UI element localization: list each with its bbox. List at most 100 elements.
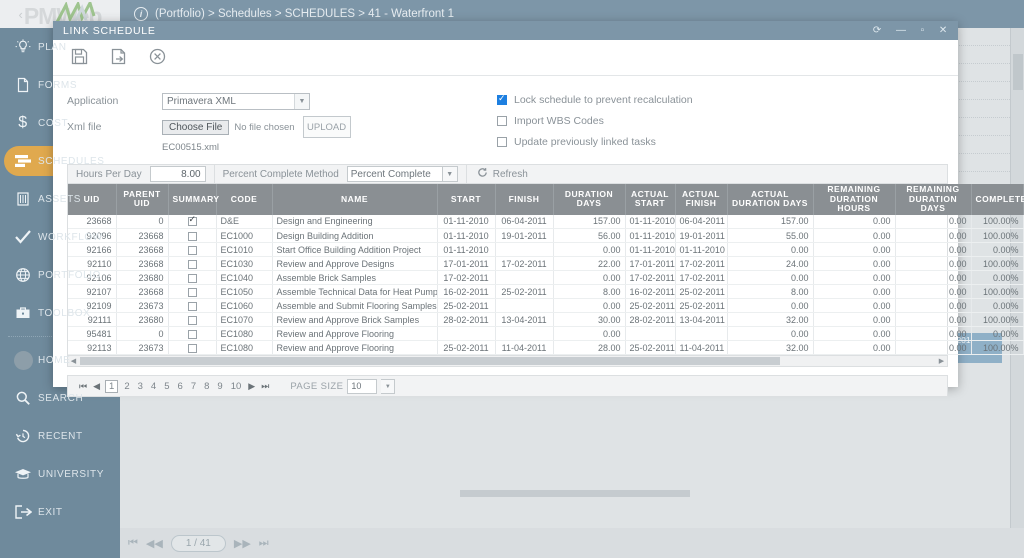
summary-checkbox-cell[interactable] [168, 326, 217, 341]
pager-page-3[interactable]: 3 [136, 381, 145, 392]
grid-col-header[interactable]: ACTUAL FINISH [675, 184, 728, 215]
table-row[interactable]: 92111 23680 EC1070 Review and Approve Brick… [68, 312, 1024, 327]
info-icon[interactable]: i [134, 7, 148, 21]
scrollbar-thumb[interactable] [1013, 54, 1023, 90]
update-linked-row[interactable]: Update previously linked tasks [497, 133, 693, 150]
summary-checkbox-cell[interactable] [168, 284, 217, 299]
table-row[interactable]: 92096 23668 EC1000 Design Building Addition… [68, 228, 1024, 243]
pager-page-7[interactable]: 7 [189, 381, 198, 392]
pager-first-button[interactable]: ⏮ [128, 537, 138, 550]
import-wbs-row[interactable]: Import WBS Codes [497, 112, 693, 129]
import-wbs-checkbox[interactable] [497, 115, 507, 126]
grid-cell: Review and Approve Brick Samples [272, 312, 438, 327]
grid-col-header[interactable]: PARENT UID [116, 184, 169, 215]
grid-col-header[interactable]: START [437, 184, 496, 215]
pager-page-9[interactable]: 9 [215, 381, 224, 392]
table-row[interactable]: 92107 23668 EC1050 Assemble Technical Data … [68, 284, 1024, 299]
summary-checkbox-cell[interactable] [168, 242, 217, 257]
pager-next-button[interactable]: ▶▶ [234, 537, 251, 550]
pager-last-button[interactable]: ⏭ [259, 537, 269, 550]
summary-checkbox-cell[interactable] [168, 298, 217, 313]
pager-page-8[interactable]: 8 [202, 381, 211, 392]
save-icon[interactable] [71, 48, 88, 68]
summary-checkbox[interactable] [187, 231, 197, 241]
grid-col-header[interactable]: REMAINING DURATION DAYS [895, 184, 972, 215]
summary-checkbox[interactable] [187, 315, 197, 325]
grid-col-header[interactable]: ACTUAL DURATION DAYS [727, 184, 814, 215]
grid-col-header[interactable]: FINISH [495, 184, 554, 215]
grid-col-header[interactable]: SUMMARY [168, 184, 219, 215]
background-horizontal-scrollbar[interactable] [450, 489, 1010, 498]
cancel-icon[interactable] [149, 48, 166, 68]
close-icon[interactable]: ✕ [939, 25, 948, 36]
summary-checkbox[interactable] [187, 245, 197, 255]
grid-col-header[interactable]: COMPLETE [971, 184, 1024, 215]
minimize-icon[interactable]: — [896, 25, 907, 36]
summary-checkbox[interactable] [187, 301, 197, 311]
refresh-button[interactable]: Refresh [467, 167, 538, 181]
choose-file-button[interactable]: Choose File [162, 119, 230, 135]
update-linked-checkbox[interactable] [497, 136, 507, 147]
grid-col-header[interactable]: DURATION DAYS [553, 184, 626, 215]
chevron-down-icon[interactable]: ▼ [381, 378, 396, 394]
pager-page-2[interactable]: 2 [122, 381, 131, 392]
table-row[interactable]: 236680D&EDesign and Engineering01-11-201… [68, 214, 1024, 229]
pager-page-4[interactable]: 4 [149, 381, 158, 392]
pager-first-button[interactable]: ⏮ [78, 381, 88, 392]
table-row[interactable]: 92166 23668 EC1010 Start Office Building Ad… [68, 242, 1024, 257]
pager-prev-button[interactable]: ◀ [92, 381, 101, 392]
breadcrumb[interactable]: i (Portfolio) > Schedules > SCHEDULES > … [134, 7, 454, 21]
pager-prev-button[interactable]: ◀◀ [146, 537, 163, 550]
pager-last-button[interactable]: ⏭ [260, 381, 270, 392]
chevron-down-icon[interactable]: ▼ [294, 93, 309, 109]
export-icon[interactable] [110, 48, 127, 68]
sidebar-item-exit[interactable]: EXIT [0, 493, 120, 531]
summary-checkbox[interactable] [187, 273, 197, 283]
refresh-icon[interactable]: ⟳ [873, 25, 882, 36]
table-row[interactable]: 92109 23673 EC1060 Assemble and Submit Floo… [68, 298, 1024, 313]
summary-checkbox-cell[interactable] [168, 312, 217, 327]
summary-checkbox[interactable] [187, 215, 197, 227]
table-row[interactable]: 92110 23668 EC1030 Review and Approve Desig… [68, 256, 1024, 271]
summary-checkbox[interactable] [187, 343, 197, 353]
summary-checkbox-cell[interactable] [168, 214, 217, 229]
grid-cell: 0.00 [813, 256, 896, 271]
pager-page-5[interactable]: 5 [162, 381, 171, 392]
scrollbar-thumb[interactable] [80, 357, 780, 365]
sidebar-item-university[interactable]: UNIVERSITY [0, 455, 120, 493]
summary-checkbox[interactable] [187, 259, 197, 269]
grid-col-header[interactable]: ACTUAL START [625, 184, 676, 215]
grid-col-header[interactable]: NAME [272, 184, 438, 215]
lock-schedule-row[interactable]: Lock schedule to prevent recalculation [497, 91, 693, 108]
grid-col-header[interactable]: REMAINING DURATION HOURS [813, 184, 896, 215]
pager-next-button[interactable]: ▶ [247, 381, 256, 392]
lock-schedule-checkbox[interactable] [497, 93, 507, 105]
application-select[interactable]: Primavera XML ▼ [162, 92, 310, 110]
pager-page-indicator[interactable]: 1 / 41 [170, 534, 226, 552]
scroll-right-icon[interactable]: ▶ [936, 357, 947, 365]
sidebar-item-recent[interactable]: RECENT [0, 417, 120, 455]
chevron-down-icon[interactable]: ▼ [442, 166, 458, 182]
sidebar-item-label: SEARCH [38, 392, 84, 404]
page-size-select[interactable]: 10 [347, 378, 378, 394]
table-row[interactable]: 95481 0 EC1080 Review and Approve Flooring 0… [68, 326, 1024, 341]
pager-page-6[interactable]: 6 [176, 381, 185, 392]
summary-checkbox-cell[interactable] [168, 228, 217, 243]
pager-page-1[interactable]: 1 [105, 379, 119, 393]
summary-checkbox-cell[interactable] [168, 340, 217, 355]
pager-page-10[interactable]: 10 [229, 381, 244, 392]
scrollbar-thumb[interactable] [460, 490, 690, 497]
summary-checkbox[interactable] [187, 287, 197, 297]
summary-checkbox-cell[interactable] [168, 270, 217, 285]
maximize-icon[interactable]: ▫ [921, 25, 925, 36]
table-row[interactable]: 92113 23673 EC1080 Review and Approve Floor… [68, 340, 1024, 355]
summary-checkbox-cell[interactable] [168, 256, 217, 271]
percent-method-select[interactable]: Percent Complete [346, 166, 443, 182]
collapse-chevron-icon[interactable]: ‹ [19, 7, 23, 22]
hours-per-day-input[interactable]: 8.00 [149, 166, 206, 182]
upload-button[interactable]: UPLOAD [302, 116, 351, 138]
summary-checkbox[interactable] [187, 329, 197, 339]
grid-col-header[interactable]: CODE [216, 184, 273, 215]
table-row[interactable]: 92106 23680 EC1040 Assemble Brick Samples 17… [68, 270, 1024, 285]
grid-horizontal-scrollbar[interactable]: ◀ ▶ [67, 356, 948, 367]
